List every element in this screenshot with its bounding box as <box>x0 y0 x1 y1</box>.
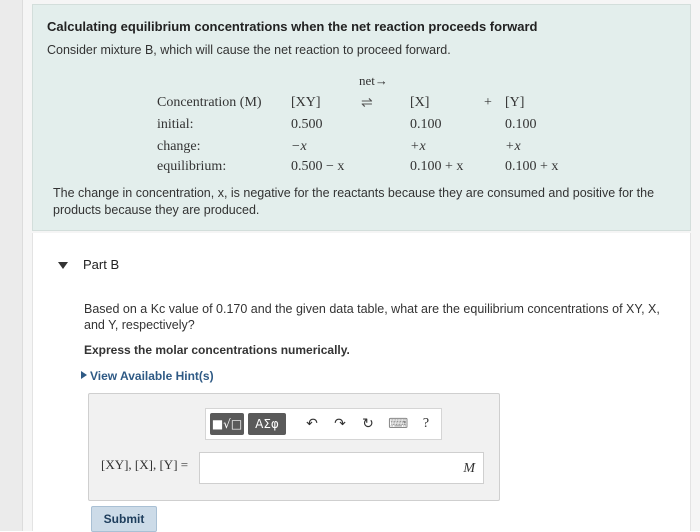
greek-symbols-button[interactable]: ΑΣφ <box>248 413 286 435</box>
left-sidebar <box>0 0 23 531</box>
row-label-equilibrium: equilibrium: <box>157 159 227 174</box>
equilibrium-arrow: ⇌ <box>361 96 373 111</box>
plus-sign: + <box>484 95 492 110</box>
collapse-triangle-icon[interactable] <box>58 262 68 269</box>
reset-icon[interactable]: ↻ <box>358 414 378 434</box>
initial-xy: 0.500 <box>291 117 323 132</box>
equilibrium-x: 0.100 + x <box>410 159 464 174</box>
expand-triangle-icon <box>81 371 87 379</box>
row-label-change: change: <box>157 139 201 154</box>
answer-input[interactable]: M <box>199 452 484 484</box>
undo-icon[interactable]: ↶ <box>302 414 322 434</box>
intro-panel: Calculating equilibrium concentrations w… <box>32 4 691 231</box>
answer-box: ■√□ ΑΣφ ↶ ↷ ↻ ⌨ ? [XY], [X], [Y] = M <box>88 393 500 501</box>
change-y: +x <box>505 139 521 154</box>
submit-button[interactable]: Submit <box>91 506 157 532</box>
species-xy: [XY] <box>291 95 321 110</box>
view-hints-label: View Available Hint(s) <box>90 369 214 383</box>
view-hints-link[interactable]: View Available Hint(s) <box>81 369 214 383</box>
templates-button[interactable]: ■√□ <box>210 413 244 435</box>
species-x: [X] <box>410 95 430 110</box>
equilibrium-xy: 0.500 − x <box>291 159 345 174</box>
species-y: [Y] <box>505 95 525 110</box>
equilibrium-y: 0.100 + x <box>505 159 559 174</box>
part-b-panel: Part B Based on a Kc value of 0.170 and … <box>32 233 691 532</box>
math-toolbar: ■√□ ΑΣφ ↶ ↷ ↻ ⌨ ? <box>205 408 442 440</box>
net-label: net→ <box>359 73 388 88</box>
change-xy: −x <box>291 139 307 154</box>
explanation-text: The change in concentration, x, is negat… <box>53 186 655 217</box>
intro-subtitle: Consider mixture B, which will cause the… <box>47 43 451 57</box>
header-label: Concentration (M) <box>157 95 262 110</box>
help-icon[interactable]: ? <box>416 414 436 434</box>
initial-x: 0.100 <box>410 117 442 132</box>
intro-title: Calculating equilibrium concentrations w… <box>47 19 538 34</box>
initial-y: 0.100 <box>505 117 537 132</box>
row-label-initial: initial: <box>157 117 194 132</box>
part-b-label[interactable]: Part B <box>83 257 119 272</box>
page: Calculating equilibrium concentrations w… <box>0 0 700 532</box>
answer-label: [XY], [X], [Y] = <box>101 457 189 472</box>
instruction-text: Express the molar concentrations numeric… <box>84 343 350 357</box>
keyboard-icon[interactable]: ⌨ <box>388 414 408 434</box>
unit-label: M <box>463 461 475 476</box>
change-x: +x <box>410 139 426 154</box>
question-text: Based on a Kc value of 0.170 and the giv… <box>84 302 660 332</box>
redo-icon[interactable]: ↷ <box>330 414 350 434</box>
